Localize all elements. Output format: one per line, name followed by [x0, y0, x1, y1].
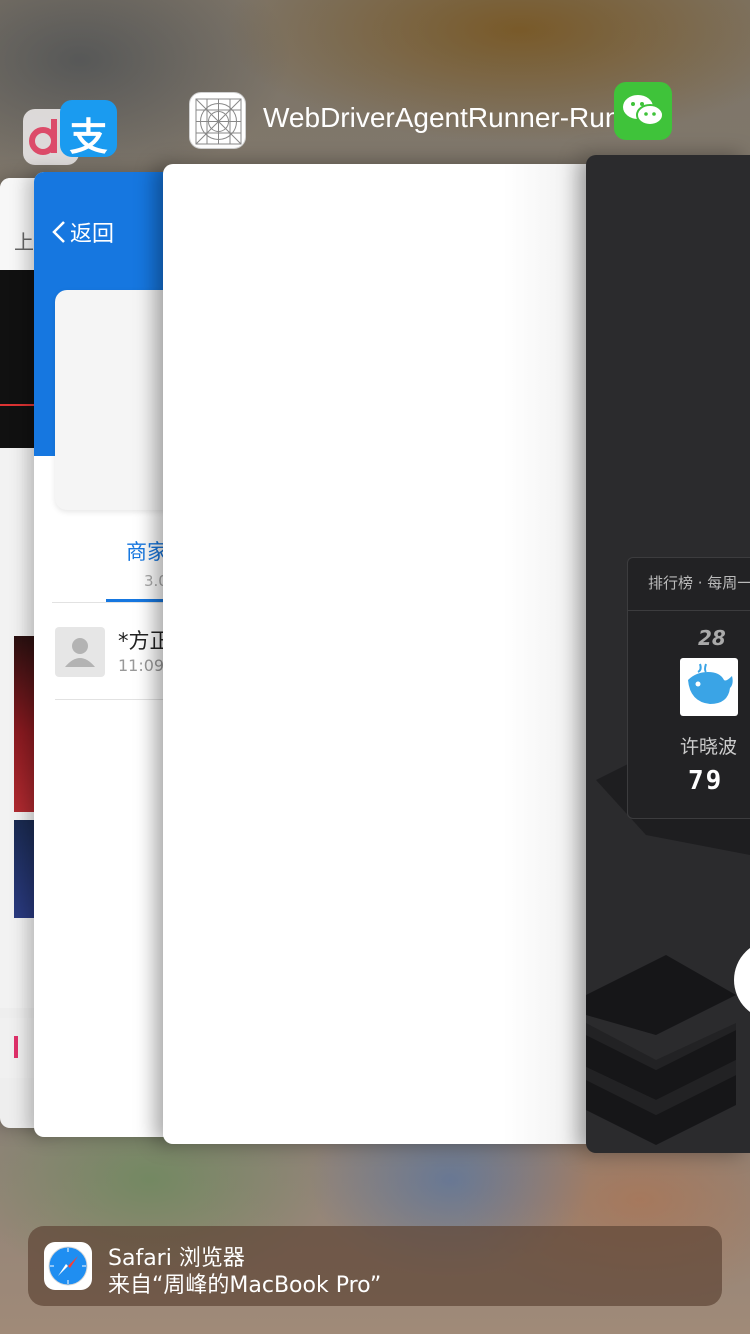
handoff-source: 来自“周峰的MacBook Pro” — [108, 1273, 382, 1298]
back-button[interactable]: 返回 — [52, 216, 114, 248]
wechat-icon[interactable] — [614, 82, 672, 140]
alipay-icon[interactable]: 支 — [60, 100, 117, 157]
divider — [628, 610, 750, 611]
app-title: WebDriverAgentRunner-Runner — [263, 102, 661, 133]
webdriveragent-icon[interactable] — [189, 92, 246, 149]
leaderboard-title: 排行榜 · 每周一 — [648, 574, 750, 592]
safari-icon — [44, 1242, 92, 1290]
player-avatar — [680, 658, 738, 716]
avatar — [55, 627, 105, 677]
webdriveragent-app-card[interactable] — [163, 164, 588, 1144]
alipay-app-card[interactable]: 返回 商家 3.0 *方正 11:09 — [34, 172, 174, 1137]
divider — [52, 602, 174, 603]
player-rank: 28 — [698, 626, 726, 650]
player-name: 许晓波 — [680, 736, 738, 758]
douyu-header-text: 上 — [14, 230, 34, 254]
contact-time: 11:09 — [118, 656, 165, 675]
whale-icon — [688, 663, 733, 704]
alipay-summary-box — [55, 290, 174, 510]
back-label: 返回 — [70, 222, 115, 247]
divider — [55, 699, 174, 700]
leaderboard-panel: 排行榜 · 每周一 28 许晓波 79 — [627, 557, 750, 819]
person-icon — [65, 638, 95, 667]
wechat-app-card[interactable]: 排行榜 · 每周一 28 许晓波 79 — [586, 155, 750, 1153]
douyu-accent-bar — [14, 1036, 18, 1058]
handoff-banner[interactable]: Safari 浏览器 来自“周峰的MacBook Pro” — [28, 1226, 722, 1306]
tab-merchant[interactable]: 商家 — [126, 536, 168, 566]
player-score: 79 — [688, 766, 724, 796]
chevron-left-icon — [52, 221, 65, 243]
